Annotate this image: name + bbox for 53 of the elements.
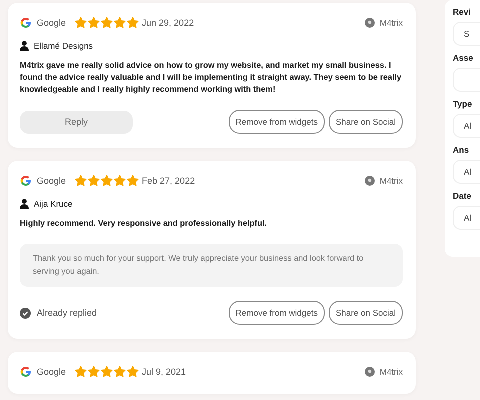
star-icon <box>75 17 88 29</box>
location-name: M4trix <box>380 176 403 186</box>
star-icon <box>127 17 140 29</box>
star-icon <box>127 366 140 378</box>
star-icon <box>75 175 88 187</box>
star-icon <box>101 175 114 187</box>
filter-field[interactable]: Al <box>453 114 480 138</box>
filter-field[interactable]: Al <box>453 160 480 184</box>
google-logo-icon <box>20 175 32 187</box>
filter-field[interactable]: S <box>453 22 480 46</box>
review-text: Highly recommend. Very responsive and professionally helpful. <box>20 218 268 230</box>
filter-label: Revi <box>453 7 472 17</box>
person-icon <box>20 41 29 51</box>
review-source: Google <box>37 367 66 377</box>
star-icon <box>114 17 126 29</box>
filter-label: Date <box>453 191 472 201</box>
action-button[interactable]: Remove from widgets <box>228 301 325 325</box>
filter-field[interactable]: Al <box>453 206 480 230</box>
star-icon <box>101 366 114 378</box>
filter-label: Ans <box>453 145 470 155</box>
review-source: Google <box>37 176 66 186</box>
filter-label: Asse <box>453 53 474 63</box>
google-logo-icon <box>20 366 32 378</box>
replied-status: Already replied <box>37 308 98 318</box>
review-text: M4trix gave me really solid advice on how to grow my website, and market my small business. I found the advice really valuable and I will be implementing it straight away. They seem to be really knowledgeable and I really highly recommend working with them! <box>20 60 403 96</box>
location-icon <box>364 176 375 186</box>
review-date: Feb 27, 2022 <box>142 176 196 186</box>
location-icon <box>364 18 375 28</box>
location-name: M4trix <box>380 367 403 377</box>
star-icon <box>127 175 140 187</box>
google-logo-icon <box>20 17 32 29</box>
reviewer-name: Ellamé Designs <box>34 41 94 51</box>
filter-label: Type <box>453 99 474 109</box>
person-icon <box>20 199 29 209</box>
review-date: Jun 29, 2022 <box>142 18 194 28</box>
reviewer-name: Aija Kruce <box>34 199 73 209</box>
location-name: M4trix <box>380 18 403 28</box>
reply-button[interactable]: Reply <box>20 110 133 134</box>
star-icon <box>88 366 100 378</box>
star-icon <box>114 366 126 378</box>
review-date: Jul 9, 2021 <box>142 367 186 377</box>
star-icon <box>75 366 88 378</box>
star-icon <box>114 175 126 187</box>
review-source: Google <box>37 18 66 28</box>
reply-text: Thank you so much for your support. We truly appreciate your business and look forward to serving you again. <box>20 244 403 287</box>
star-icon <box>88 17 100 29</box>
check-circle-icon <box>20 308 31 318</box>
action-button[interactable]: Remove from widgets <box>228 110 325 134</box>
location-icon <box>364 367 375 377</box>
action-button[interactable]: Share on Social <box>328 301 403 325</box>
action-button[interactable]: Share on Social <box>328 110 403 134</box>
star-icon <box>88 175 100 187</box>
star-icon <box>101 17 114 29</box>
